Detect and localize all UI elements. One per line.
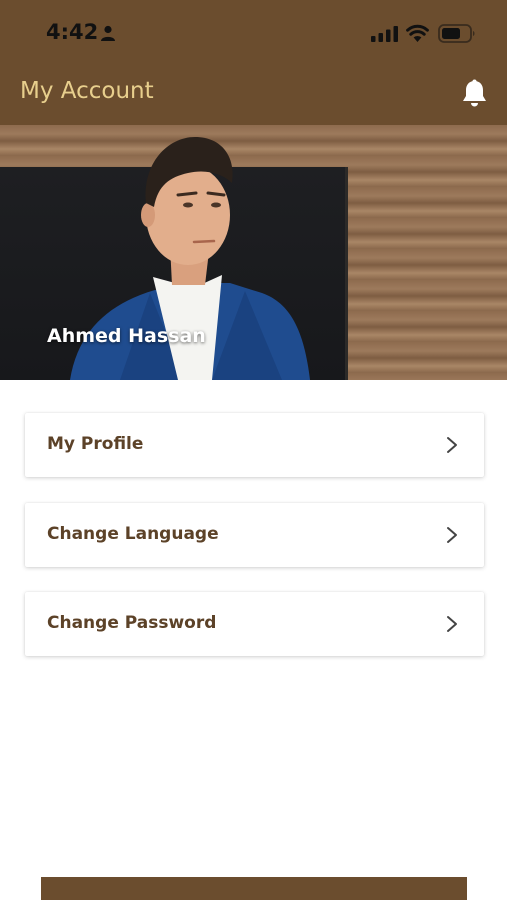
chevron-right-icon: [447, 616, 457, 632]
menu-item-label: Change Language: [47, 524, 219, 544]
page-title: My Account: [20, 78, 154, 104]
menu-item-my-profile[interactable]: My Profile: [25, 413, 484, 477]
menu-item-change-language[interactable]: Change Language: [25, 503, 484, 567]
menu-item-change-password[interactable]: Change Password: [25, 592, 484, 656]
menu-item-label: My Profile: [47, 434, 144, 454]
profile-name: Ahmed Hassan: [47, 325, 206, 347]
signal-icon: [371, 26, 398, 42]
status-bar: 4:42: [0, 0, 507, 66]
app-header: 4:42 My Account: [0, 0, 507, 125]
person-icon: [101, 25, 115, 41]
wifi-icon: [406, 24, 429, 42]
status-time: 4:42: [46, 20, 99, 44]
menu-item-label: Change Password: [47, 613, 217, 633]
battery-icon: [438, 24, 475, 43]
bottom-action-button[interactable]: [41, 877, 467, 900]
chevron-right-icon: [447, 437, 457, 453]
bell-icon[interactable]: [461, 79, 488, 108]
chevron-right-icon: [447, 527, 457, 543]
